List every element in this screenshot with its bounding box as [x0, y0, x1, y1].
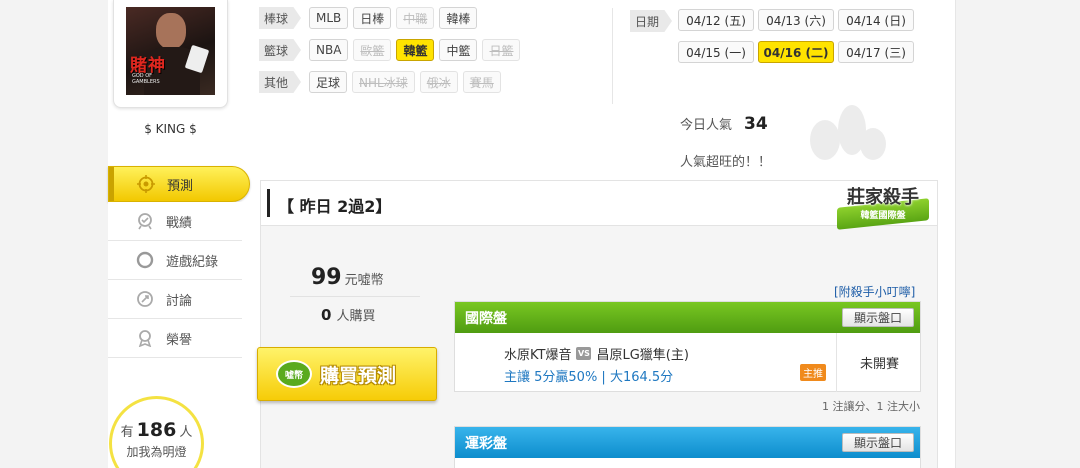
killer-tips-link[interactable]: [附殺手小叮嚀] [834, 283, 915, 300]
avatar-subtitle: GOD OF GAMBLERS [132, 73, 160, 85]
match-teams: 水原KT爆音 VS 昌原LG獵隼(主) [504, 344, 689, 363]
lottery-odds-header: 運彩盤 顯示盤口 [455, 427, 920, 458]
divider [290, 296, 420, 297]
odds-line: 主讓 5分贏50% | 大164.5分 [504, 370, 674, 385]
chip-euro-basketball: 歐籃 [353, 39, 392, 61]
recommend-badge: 主推 [800, 364, 826, 381]
show-odds-button[interactable]: 顯示盤口 [842, 308, 914, 327]
buy-prediction-button[interactable]: 噓幣 購買預測 [257, 347, 437, 401]
match-status: 未開賽 [859, 357, 899, 372]
avatar[interactable]: 賭神 GOD OF GAMBLERS [126, 7, 215, 95]
date-label: 日期 [630, 10, 672, 32]
trophy-icon [136, 212, 154, 230]
sidebar-nav: 預測 戰績 遊戲紀錄 討論 榮譽 [108, 166, 250, 358]
date-chip[interactable]: 04/15 (一) [678, 41, 754, 63]
sidebar-item-label: 戰績 [166, 215, 193, 231]
section-title: 國際盤 [465, 310, 507, 327]
page-border [955, 0, 956, 468]
chat-icon [136, 290, 154, 308]
popularity-value: 34 [744, 114, 768, 134]
filter-row-baseball: 棒球 MLB 日棒 中職 韓棒 [259, 6, 525, 30]
chip-khl: 俄冰 [419, 71, 458, 93]
watermark-logo [800, 100, 890, 180]
sidebar-item-label: 預測 [167, 178, 194, 194]
sidebar-item-label: 遊戲紀錄 [166, 254, 219, 270]
fans-suffix: 人 [179, 425, 193, 440]
sidebar-item-label: 榮譽 [166, 332, 193, 348]
home-team: 水原KT爆音 [504, 348, 572, 363]
chip-soccer[interactable]: 足球 [309, 71, 348, 93]
chip-korea-basketball[interactable]: 韓籃 [396, 39, 435, 61]
sidebar-item-prediction[interactable]: 預測 [108, 166, 250, 202]
sport-filters: 棒球 MLB 日棒 中職 韓棒 籃球 NBA 歐籃 韓籃 中籃 日籃 其他 足球… [259, 6, 525, 102]
chip-cpbl: 中職 [396, 7, 435, 29]
sidebar-item-game-history[interactable]: 遊戲紀錄 [108, 241, 242, 280]
medal-icon [136, 329, 154, 347]
sidebar-item-discussion[interactable]: 討論 [108, 280, 242, 319]
price-value: 99 [311, 265, 342, 290]
show-odds-button[interactable]: 顯示盤口 [842, 433, 914, 452]
filter-row-basketball: 籃球 NBA 歐籃 韓籃 中籃 日籃 [259, 38, 525, 62]
panel-title: 【 昨日 2過2】 [278, 197, 392, 216]
date-chip-selected[interactable]: 04/16 (二) [758, 41, 834, 63]
section-title: 運彩盤 [465, 435, 507, 452]
fans-prefix: 有 [120, 425, 134, 440]
intl-odds-header: 國際盤 顯示盤口 [455, 302, 920, 333]
popularity-label: 今日人氣 [680, 118, 733, 133]
chip-japan-basketball: 日籃 [482, 39, 521, 61]
filter-label: 其他 [259, 71, 301, 93]
intl-odds-box: 國際盤 顯示盤口 水原KT爆音 VS 昌原LG獵隼(主) 主讓 5分贏50% |… [454, 301, 921, 392]
sidebar-item-label: 討論 [166, 293, 193, 309]
vs-icon: VS [576, 347, 592, 360]
date-chip[interactable]: 04/13 (六) [758, 9, 834, 31]
avatar-card[interactable]: 賭神 GOD OF GAMBLERS [113, 0, 228, 108]
killer-badge: 莊家殺手 韓籃國際盤 [833, 181, 933, 235]
divider [612, 8, 613, 104]
away-team: 昌原LG獵隼(主) [596, 348, 689, 363]
chip-mlb[interactable]: MLB [309, 7, 349, 29]
popularity: 今日人氣 34 [680, 114, 768, 134]
chip-horse-racing: 賽馬 [462, 71, 501, 93]
sidebar-item-honor[interactable]: 榮譽 [108, 319, 242, 358]
popularity-comment: 人氣超旺的！！ [680, 155, 772, 170]
fans-count: 186 [136, 419, 177, 441]
badge-subtitle: 韓籃國際盤 [860, 211, 906, 221]
date-chip[interactable]: 04/17 (三) [838, 41, 914, 63]
chip-npb[interactable]: 日棒 [353, 7, 392, 29]
buyers-unit: 人購買 [336, 309, 376, 324]
filter-label: 棒球 [259, 7, 301, 29]
buyers-count: 0 [321, 306, 332, 324]
buy-label: 購買預測 [320, 364, 397, 387]
filter-row-other: 其他 足球 NHL冰球 俄冰 賽馬 [259, 70, 525, 94]
username: $ KING $ [144, 122, 197, 136]
chip-nhl: NHL冰球 [352, 71, 415, 93]
chip-nba[interactable]: NBA [309, 39, 349, 61]
date-chip[interactable]: 04/14 (日) [838, 9, 914, 31]
sidebar-item-record[interactable]: 戰績 [108, 202, 242, 241]
coin-icon: 噓幣 [276, 360, 312, 388]
bet-summary: 1 注讓分、1 注大小 [822, 400, 920, 413]
lottery-odds-box: 運彩盤 顯示盤口 [454, 426, 921, 468]
chip-china-basketball[interactable]: 中籃 [439, 39, 478, 61]
price-unit: 元噓幣 [344, 273, 384, 288]
date-chip[interactable]: 04/12 (五) [678, 9, 754, 31]
ring-icon [136, 251, 154, 269]
filter-label: 籃球 [259, 39, 301, 61]
target-icon [137, 175, 155, 193]
follow-link[interactable]: 加我為明燈 [112, 443, 201, 460]
buyers: 0 人購買 [321, 305, 375, 324]
chip-kbo[interactable]: 韓棒 [439, 7, 478, 29]
badge-title: 莊家殺手 [847, 187, 919, 208]
price: 99 元噓幣 [311, 265, 384, 290]
